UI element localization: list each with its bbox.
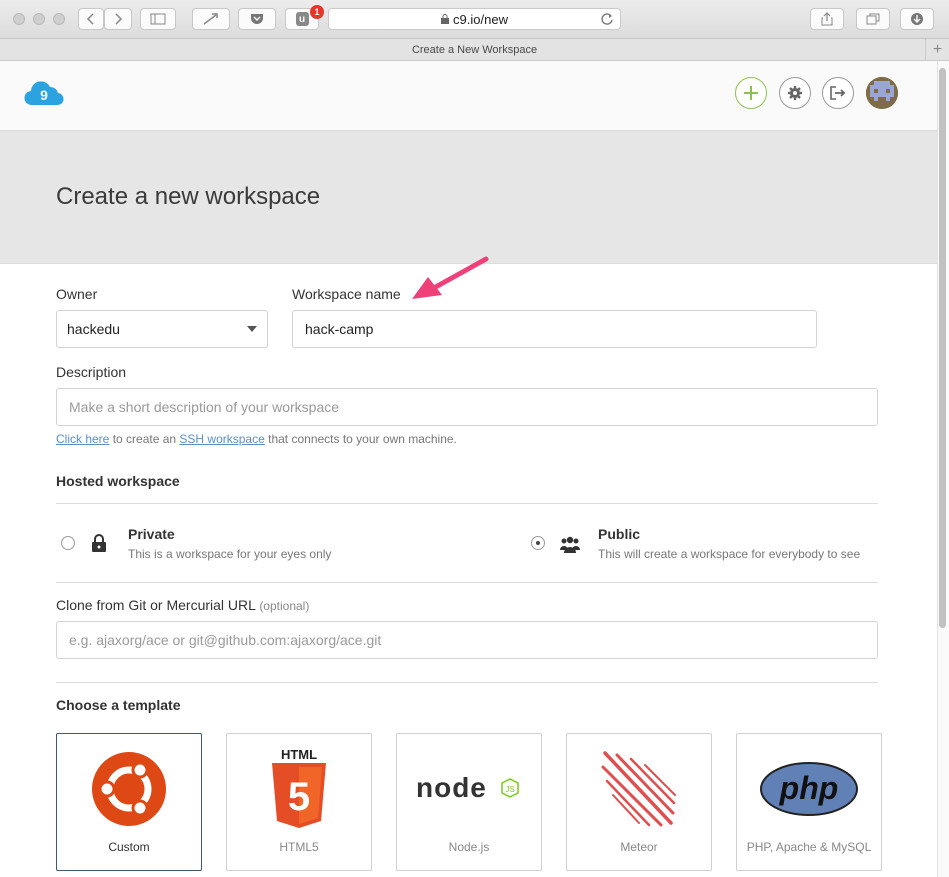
users-icon [560,536,580,553]
hint-text-1: to create an [109,432,180,446]
sidebar-icon [150,13,166,25]
divider [56,582,878,583]
template-name: Custom [108,840,150,854]
private-title: Private [128,526,175,542]
browser-toolbar: u 1 c9.io/new [0,0,949,39]
nodejs-icon: node JS [416,772,519,803]
plus-icon [744,86,758,100]
chevron-left-icon [86,13,94,25]
page-hero: Create a new workspace [0,131,937,264]
pocket-icon [251,14,263,24]
downloads-button[interactable] [900,8,934,30]
template-nodejs[interactable]: node JS Node.js [396,733,542,871]
avatar[interactable] [866,77,898,109]
clone-optional: (optional) [259,599,310,613]
hint-text-2: that connects to your own machine. [264,432,457,446]
sign-out-icon [830,86,846,100]
workspace-name-input[interactable]: hack-camp [292,310,817,348]
click-here-link[interactable]: Click here [56,432,109,446]
ssh-workspace-link[interactable]: SSH workspace [179,432,264,446]
description-label: Description [56,364,127,380]
tabs-overview-button[interactable] [856,8,890,30]
annotation-arrow-icon [412,256,489,299]
close-window-button[interactable] [13,13,25,25]
gear-icon [788,86,802,100]
svg-text:node: node [416,772,487,803]
sidebar-button[interactable] [140,8,176,30]
template-name: Node.js [448,840,490,854]
plus-icon: + [932,40,943,58]
pixel-avatar-icon [866,77,898,109]
share-button[interactable] [810,8,844,30]
reload-icon[interactable] [600,12,614,26]
notification-badge: 1 [310,5,324,19]
choose-template-title: Choose a template [56,697,181,713]
owner-label: Owner [56,286,98,302]
hosted-workspace-title: Hosted workspace [56,473,180,489]
lock-icon [441,14,450,24]
template-custom[interactable]: Custom [56,733,202,871]
workspace-name-value: hack-camp [305,321,374,337]
svg-text:5: 5 [288,775,310,819]
clone-label-text: Clone from Git or Mercurial URL [56,597,256,613]
back-button[interactable] [78,8,104,30]
template-name: Meteor [620,840,658,854]
cloud9-logo[interactable]: 9 [24,81,64,112]
tabs-icon [866,13,880,25]
zoom-window-button[interactable] [53,13,65,25]
owner-select[interactable]: hackedu [56,310,268,348]
description-input[interactable]: Make a short description of your workspa… [56,388,878,426]
svg-text:HTML: HTML [281,747,317,762]
private-description: This is a workspace for your eyes only [128,547,332,561]
clone-label: Clone from Git or Mercurial URL (optiona… [56,597,309,613]
app-header: 9 [0,61,937,131]
html5-icon: HTML 5 [272,747,326,828]
sign-out-button[interactable] [822,77,854,109]
divider [56,682,878,683]
workspace-name-label: Workspace name [292,286,401,302]
cloud9-logo-icon: 9 [24,81,64,106]
share-icon [821,12,833,26]
template-php[interactable]: php PHP, Apache & MySQL [736,733,882,871]
add-workspace-button[interactable] [735,77,767,109]
lock-icon [92,534,106,552]
shield-icon: u [295,12,309,26]
chevron-right-icon [115,13,123,25]
meteor-icon [601,751,676,827]
extension-button[interactable] [192,8,230,30]
caret-down-icon [247,326,257,332]
scrollbar-thumb[interactable] [939,68,946,628]
minimize-window-button[interactable] [33,13,45,25]
tab-title[interactable]: Create a New Workspace [412,44,537,56]
forward-button[interactable] [104,8,132,30]
divider [56,503,878,504]
settings-button[interactable] [779,77,811,109]
owner-value: hackedu [67,321,120,337]
public-title: Public [598,526,641,542]
page-title: Create a new workspace [56,183,321,210]
template-meteor[interactable]: Meteor [566,733,712,871]
svg-text:9: 9 [40,87,48,103]
public-radio[interactable] [531,536,545,550]
clone-url-placeholder: e.g. ajaxorg/ace or git@github.com:ajaxo… [69,632,382,648]
public-description: This will create a workspace for everybo… [598,547,861,561]
svg-text:php: php [779,770,839,806]
new-tab-button[interactable]: + [925,39,949,60]
php-icon: php [760,762,858,816]
download-icon [911,13,923,25]
private-radio[interactable] [61,536,75,550]
description-placeholder: Make a short description of your workspa… [69,399,340,415]
pocket-button[interactable] [238,8,276,30]
template-name: HTML5 [279,840,319,854]
tab-bar: Create a New Workspace + [0,39,949,61]
template-name: PHP, Apache & MySQL [746,840,872,854]
clone-url-input[interactable]: e.g. ajaxorg/ace or git@github.com:ajaxo… [56,621,878,659]
ubuntu-icon [92,752,166,826]
wand-icon [203,13,218,25]
ssh-hint: Click here to create an SSH workspace th… [56,432,457,446]
url-text: c9.io/new [453,11,508,27]
svg-text:JS: JS [505,785,514,794]
address-bar[interactable]: c9.io/new [328,8,621,30]
template-html5[interactable]: HTML 5 HTML5 [226,733,372,871]
